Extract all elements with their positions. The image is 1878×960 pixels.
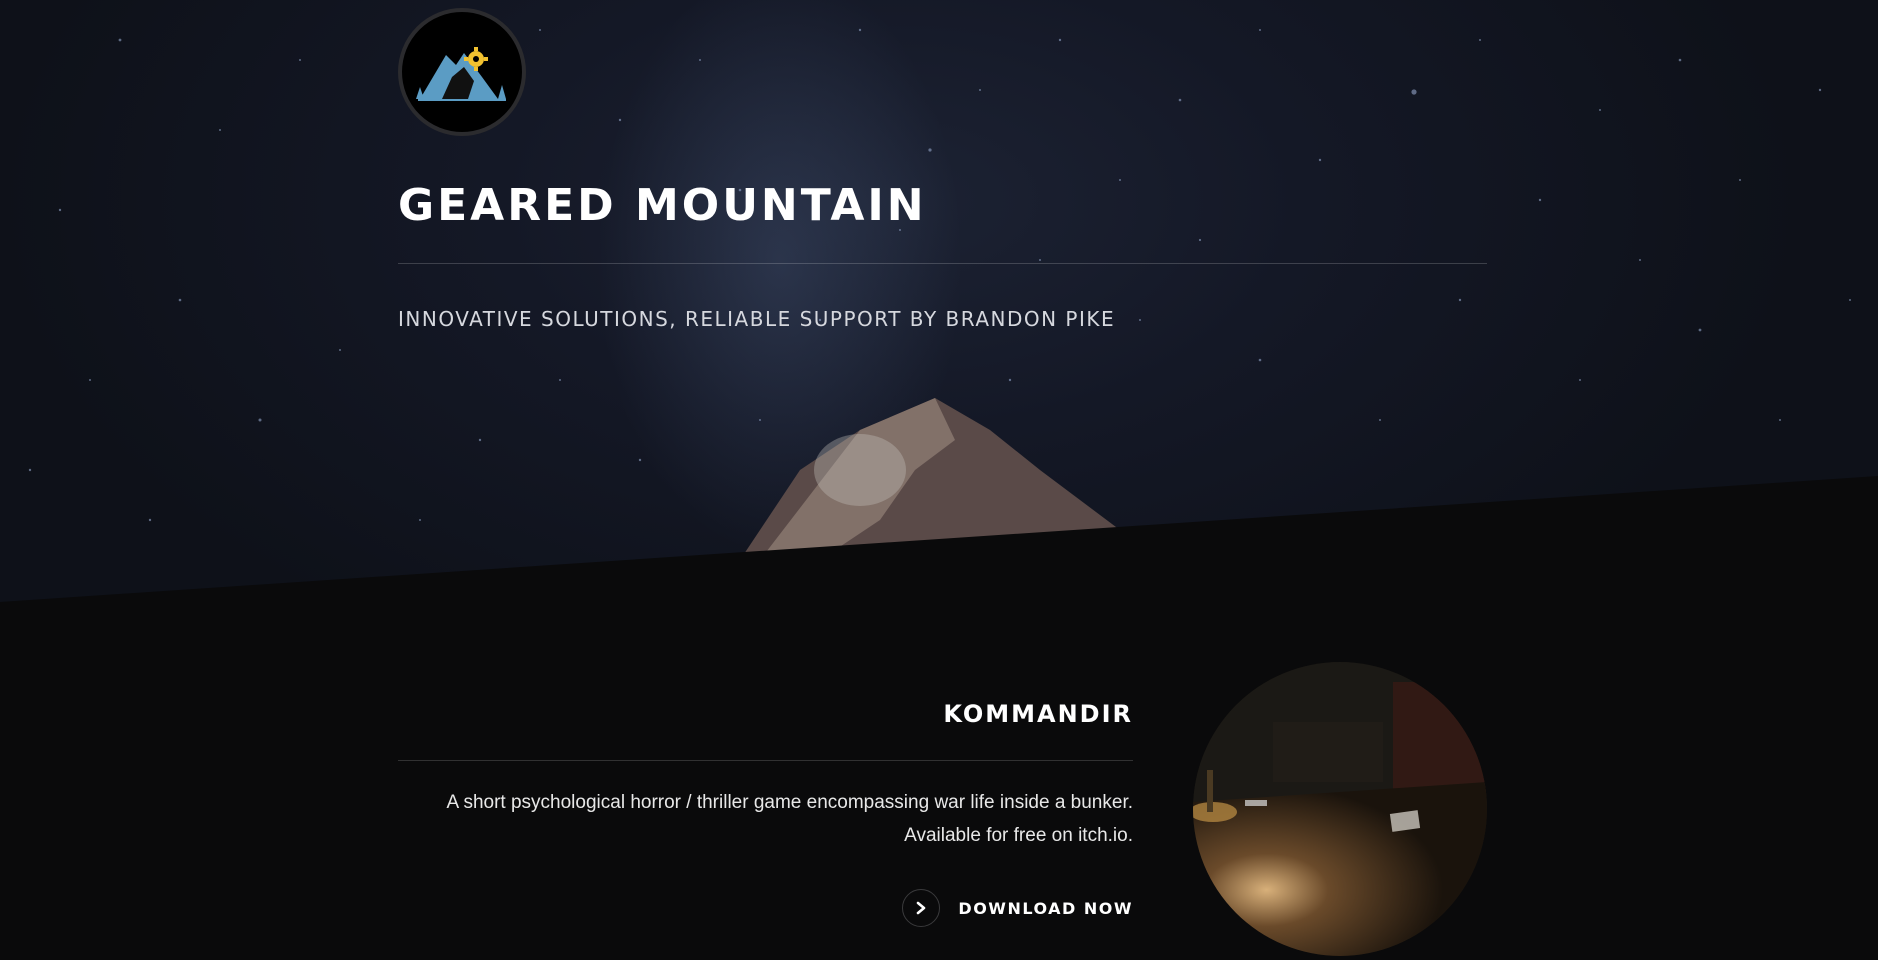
project-divider: [398, 760, 1133, 761]
page: GEARED MOUNTAIN INNOVATIVE SOLUTIONS, RE…: [0, 0, 1878, 960]
chevron-right-icon: [902, 889, 941, 927]
project-title: KOMMANDIR: [943, 700, 1133, 728]
download-now-button[interactable]: DOWNLOAD NOW: [902, 889, 1133, 927]
bunker-desk-image-icon: [1193, 662, 1487, 956]
download-now-label: DOWNLOAD NOW: [958, 898, 1133, 918]
project-image[interactable]: [1193, 662, 1487, 956]
project-description: A short psychological horror / thriller …: [446, 792, 1133, 846]
